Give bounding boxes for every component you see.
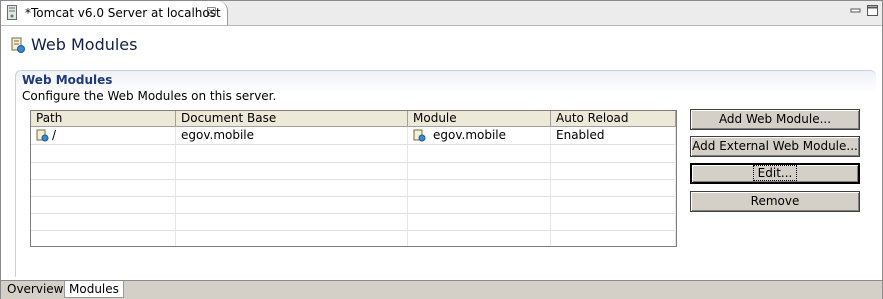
editor-tab-title: *Tomcat v6.0 Server at localhost: [25, 6, 221, 20]
tab-modules[interactable]: Modules: [64, 281, 124, 298]
page-title: Web Modules: [31, 35, 138, 54]
web-module-icon: [413, 129, 426, 142]
cell-document-base: egov.mobile: [176, 127, 408, 144]
table-row-empty: [31, 196, 676, 214]
cell-module: egov.mobile: [408, 127, 551, 144]
remove-button[interactable]: Remove: [690, 191, 860, 212]
editor-frame: *Tomcat v6.0 Server at localhost ☒ Web M…: [0, 0, 883, 299]
table-row-empty: [31, 179, 676, 197]
cell-path: /: [31, 127, 176, 144]
page-header: Web Modules: [1, 26, 882, 62]
web-module-icon: [11, 37, 25, 53]
cell-auto-reload: Enabled: [551, 127, 676, 144]
add-web-module-button[interactable]: Add Web Module...: [690, 109, 860, 130]
column-header-module[interactable]: Module: [408, 111, 551, 126]
column-header-path[interactable]: Path: [31, 111, 176, 126]
cell-path-text: /: [52, 128, 57, 142]
table-row-empty: [31, 230, 676, 246]
column-header-auto-reload[interactable]: Auto Reload: [551, 111, 676, 126]
editor-tab-tomcat-server[interactable]: *Tomcat v6.0 Server at localhost ☒: [1, 1, 228, 25]
web-modules-table[interactable]: Path Document Base Module Auto Reload / …: [30, 110, 677, 247]
edit-button-label: Edit...: [752, 165, 798, 181]
section-description: Configure the Web Modules on this server…: [22, 89, 277, 103]
maximize-icon[interactable]: [867, 5, 878, 16]
minimize-icon[interactable]: [850, 5, 861, 16]
table-row[interactable]: / egov.mobile egov.mobile Enabled: [31, 127, 676, 145]
table-row-empty: [31, 145, 676, 163]
add-external-web-module-button[interactable]: Add External Web Module...: [690, 136, 860, 157]
edit-button[interactable]: Edit...: [690, 163, 860, 184]
web-module-icon: [36, 129, 49, 142]
cell-module-text: egov.mobile: [433, 128, 507, 142]
server-icon: [7, 5, 17, 20]
table-row-empty: [31, 213, 676, 231]
table-row-empty: [31, 162, 676, 180]
editor-tab-bar: *Tomcat v6.0 Server at localhost ☒: [1, 1, 882, 26]
tab-overview[interactable]: Overview: [3, 281, 69, 298]
close-icon[interactable]: ☒: [206, 5, 217, 19]
table-header: Path Document Base Module Auto Reload: [31, 111, 676, 127]
section-title: Web Modules: [22, 73, 113, 87]
editor-page-tabs: Overview Modules: [1, 280, 882, 299]
column-header-document-base[interactable]: Document Base: [176, 111, 408, 126]
